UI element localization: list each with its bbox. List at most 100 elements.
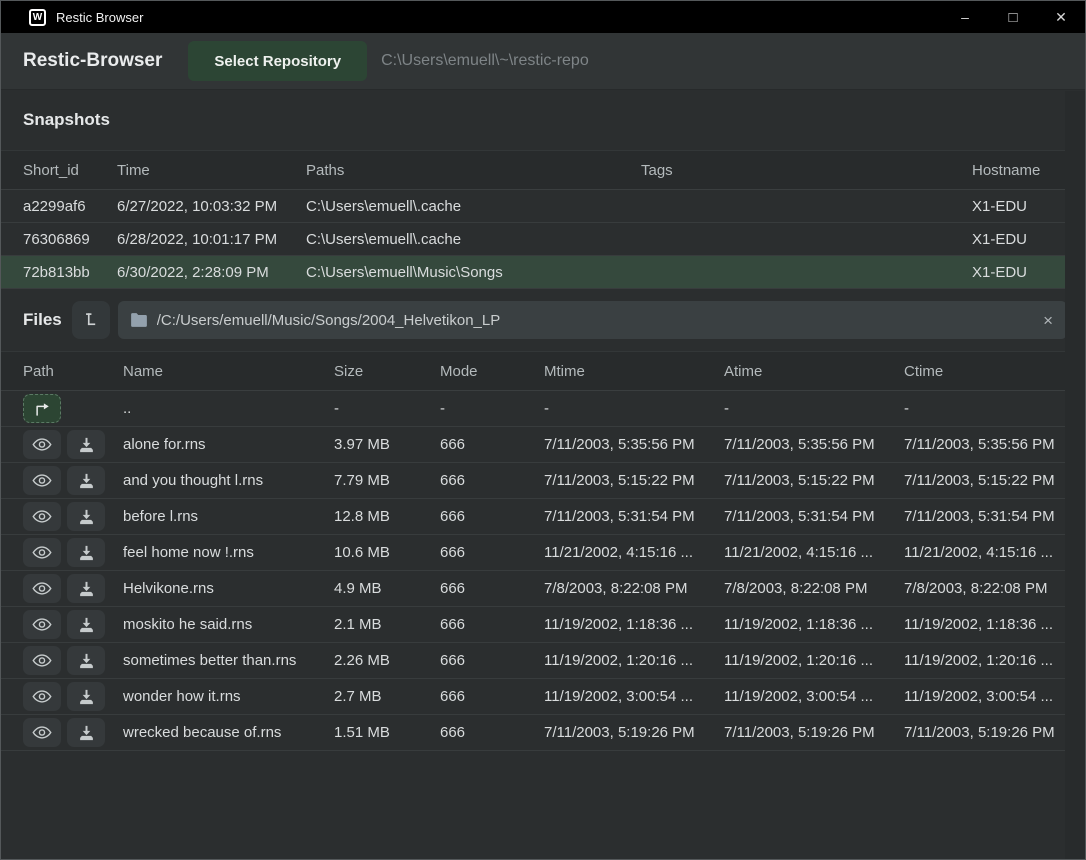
column-header-path: Path (23, 363, 123, 380)
file-name: feel home now !.rns (123, 544, 334, 561)
snapshot-hostname: X1-EDU (972, 264, 1065, 281)
go-parent-dir-button[interactable] (23, 394, 61, 423)
snapshots-title: Snapshots (23, 110, 110, 130)
window-controls: – □ ✕ (941, 1, 1085, 33)
column-header-name: Name (123, 363, 334, 380)
files-table-body: .. - - - - - (1, 391, 1085, 751)
file-ctime: - (904, 400, 1065, 417)
file-mode: 666 (440, 688, 544, 705)
file-size: 2.1 MB (334, 616, 440, 633)
file-size: 2.7 MB (334, 688, 440, 705)
file-mtime: 11/19/2002, 1:18:36 ... (544, 616, 724, 633)
snapshot-row[interactable]: 76306869 6/28/2022, 10:01:17 PM C:\Users… (1, 223, 1065, 256)
file-row: Helvikone.rns 4.9 MB 666 7/8/2003, 8:22:… (1, 571, 1065, 607)
file-mtime: 11/21/2002, 4:15:16 ... (544, 544, 724, 561)
preview-file-button[interactable] (23, 466, 61, 495)
file-mtime: 7/11/2003, 5:15:22 PM (544, 472, 724, 489)
file-mode: 666 (440, 580, 544, 597)
download-file-button[interactable] (67, 718, 105, 747)
download-icon (78, 545, 95, 561)
up-right-arrow-icon (33, 402, 51, 416)
maximize-button[interactable]: □ (989, 1, 1037, 33)
eye-icon (32, 509, 52, 524)
parent-dir-row: .. - - - - - (1, 391, 1065, 427)
preview-file-button[interactable] (23, 718, 61, 747)
download-file-button[interactable] (67, 646, 105, 675)
preview-file-button[interactable] (23, 502, 61, 531)
clear-path-button[interactable]: × (1041, 312, 1055, 329)
snapshots-header: Short_idTimePathsTagsHostname (1, 150, 1065, 190)
file-size: 3.97 MB (334, 436, 440, 453)
file-row: feel home now !.rns 10.6 MB 666 11/21/20… (1, 535, 1065, 571)
repository-path-label: C:\Users\emuell\~\restic-repo (381, 52, 589, 70)
file-size: 1.51 MB (334, 724, 440, 741)
download-icon (78, 617, 95, 633)
download-file-button[interactable] (67, 574, 105, 603)
file-mtime: 7/11/2003, 5:31:54 PM (544, 508, 724, 525)
snapshot-time: 6/27/2022, 10:03:32 PM (117, 198, 306, 215)
download-file-button[interactable] (67, 682, 105, 711)
wails-logo-icon: W (29, 9, 46, 26)
file-name: wrecked because of.rns (123, 724, 334, 741)
download-file-button[interactable] (67, 430, 105, 459)
files-section-header: Files × (1, 289, 1085, 351)
scrollbar-gutter[interactable] (1065, 91, 1085, 859)
preview-file-button[interactable] (23, 574, 61, 603)
file-name: Helvikone.rns (123, 580, 334, 597)
file-name: moskito he said.rns (123, 616, 334, 633)
file-mtime: 11/19/2002, 3:00:54 ... (544, 688, 724, 705)
column-header-tags: Tags (641, 162, 972, 179)
snapshots-table-body: a2299af6 6/27/2022, 10:03:32 PM C:\Users… (1, 190, 1085, 289)
file-name: and you thought l.rns (123, 472, 334, 489)
file-ctime: 11/21/2002, 4:15:16 ... (904, 544, 1065, 561)
column-header-mode: Mode (440, 363, 544, 380)
snapshot-hostname: X1-EDU (972, 198, 1065, 215)
download-icon (78, 581, 95, 597)
file-row: sometimes better than.rns 2.26 MB 666 11… (1, 643, 1065, 679)
file-row: wonder how it.rns 2.7 MB 666 11/19/2002,… (1, 679, 1065, 715)
file-mode: 666 (440, 544, 544, 561)
preview-file-button[interactable] (23, 430, 61, 459)
snapshot-hostname: X1-EDU (972, 231, 1065, 248)
file-row: alone for.rns 3.97 MB 666 7/11/2003, 5:3… (1, 427, 1065, 463)
minimize-button[interactable]: – (941, 1, 989, 33)
file-ctime: 11/19/2002, 3:00:54 ... (904, 688, 1065, 705)
eye-icon (32, 689, 52, 704)
preview-file-button[interactable] (23, 538, 61, 567)
file-ctime: 7/11/2003, 5:35:56 PM (904, 436, 1065, 453)
preview-file-button[interactable] (23, 646, 61, 675)
download-file-button[interactable] (67, 466, 105, 495)
file-mode: 666 (440, 508, 544, 525)
eye-icon (32, 437, 52, 452)
download-file-button[interactable] (67, 610, 105, 639)
select-repository-button[interactable]: Select Repository (188, 41, 367, 81)
file-size: 2.26 MB (334, 652, 440, 669)
file-atime: 11/21/2002, 4:15:16 ... (724, 544, 904, 561)
snapshots-section-header: Snapshots (1, 90, 1085, 150)
download-file-button[interactable] (67, 502, 105, 531)
column-header-atime: Atime (724, 363, 904, 380)
snapshot-row[interactable]: 72b813bb 6/30/2022, 2:28:09 PM C:\Users\… (1, 256, 1065, 289)
snapshot-row[interactable]: a2299af6 6/27/2022, 10:03:32 PM C:\Users… (1, 190, 1065, 223)
file-ctime: 7/11/2003, 5:19:26 PM (904, 724, 1065, 741)
file-size: 4.9 MB (334, 580, 440, 597)
files-mode-button[interactable] (72, 301, 110, 339)
file-mode: 666 (440, 436, 544, 453)
download-icon (78, 473, 95, 489)
file-atime: 7/11/2003, 5:35:56 PM (724, 436, 904, 453)
title-bar: W Restic Browser – □ ✕ (1, 1, 1085, 33)
download-file-button[interactable] (67, 538, 105, 567)
file-ctime: 7/11/2003, 5:15:22 PM (904, 472, 1065, 489)
column-header-short_id: Short_id (23, 162, 117, 179)
download-icon (78, 653, 95, 669)
file-atime: 11/19/2002, 3:00:54 ... (724, 688, 904, 705)
preview-file-button[interactable] (23, 610, 61, 639)
path-input[interactable] (157, 312, 1032, 329)
file-size: - (334, 400, 440, 417)
preview-file-button[interactable] (23, 682, 61, 711)
files-title: Files (23, 310, 62, 330)
download-icon (78, 437, 95, 453)
file-mtime: - (544, 400, 724, 417)
close-button[interactable]: ✕ (1037, 1, 1085, 33)
snapshot-paths: C:\Users\emuell\.cache (306, 198, 641, 215)
